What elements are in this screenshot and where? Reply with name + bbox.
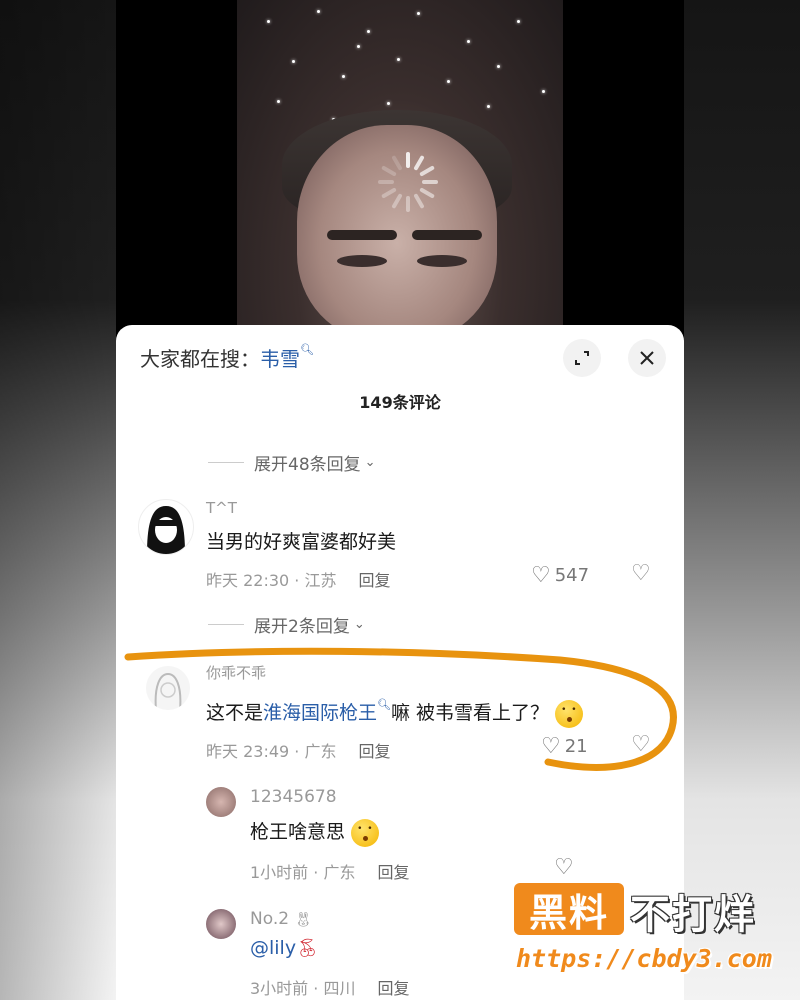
comment-text: 当男的好爽富婆都好美 bbox=[206, 531, 397, 553]
rabbit-icon: 🐰︎ bbox=[294, 912, 313, 928]
comment-text: 这不是淮海国际枪王🔍︎嘛 被韦雪看上了？ bbox=[206, 698, 584, 728]
comment-meta: 昨天 22:30 · 江苏 回复 bbox=[206, 571, 391, 590]
chevron-down-icon: ⌄ bbox=[364, 455, 376, 470]
background-left bbox=[0, 0, 116, 1000]
chevron-down-icon: ⌄ bbox=[353, 617, 365, 632]
search-keyword[interactable]: 韦雪 bbox=[260, 347, 300, 371]
search-icon: 🔍︎ bbox=[377, 698, 391, 711]
avatar[interactable] bbox=[206, 787, 236, 817]
comment-username[interactable]: T^T bbox=[206, 499, 237, 517]
eye-left bbox=[337, 255, 387, 267]
loading-spinner-icon bbox=[376, 150, 440, 214]
reply-username[interactable]: No.2 🐰︎ bbox=[250, 909, 312, 929]
eyebrow-right bbox=[412, 230, 482, 240]
like-button[interactable]: ♡ 547 bbox=[531, 563, 589, 588]
eyebrow-left bbox=[327, 230, 397, 240]
reply-button[interactable]: 回复 bbox=[377, 863, 409, 882]
reply-username[interactable]: 12345678 bbox=[250, 787, 337, 807]
avatar[interactable] bbox=[138, 499, 194, 555]
eye-right bbox=[417, 255, 467, 267]
shush-emoji-icon bbox=[555, 699, 584, 728]
reply-text: 枪王啥意思 bbox=[250, 817, 380, 847]
search-link[interactable]: 淮海国际枪王 bbox=[263, 702, 377, 724]
search-prefix: 大家都在搜： bbox=[140, 347, 260, 371]
comment-meta: 昨天 23:49 · 广东 回复 bbox=[206, 742, 391, 761]
like-button[interactable]: ♡ 21 bbox=[541, 734, 588, 759]
avatar[interactable] bbox=[206, 909, 236, 939]
heart-icon[interactable]: ♡ bbox=[554, 855, 574, 880]
dislike-icon[interactable]: ♡ bbox=[631, 732, 651, 757]
watermark-slogan: 不打烊 bbox=[630, 892, 756, 938]
comment-username[interactable]: 你乖不乖 bbox=[206, 662, 266, 683]
watermark: 黑料 不打烊 https://cbdy3.com bbox=[514, 880, 784, 980]
watermark-url: https://cbdy3.com bbox=[516, 944, 772, 973]
expand-icon[interactable] bbox=[563, 339, 601, 377]
cherry-icon: 🍒︎ bbox=[296, 938, 319, 959]
reply-meta: 1小时前 · 广东 回复 bbox=[250, 863, 410, 882]
reply-text: @lily🍒︎ bbox=[250, 937, 319, 959]
avatar[interactable] bbox=[146, 666, 190, 710]
close-icon[interactable] bbox=[628, 339, 666, 377]
heart-icon: ♡ bbox=[541, 734, 561, 759]
expand-replies-button[interactable]: 展开48条回复 ⌄ bbox=[208, 450, 376, 475]
dislike-icon[interactable]: ♡ bbox=[631, 561, 651, 586]
video-player[interactable] bbox=[116, 0, 684, 340]
search-icon: 🔍︎ bbox=[300, 343, 314, 356]
shush-emoji-icon bbox=[351, 818, 380, 847]
comment-count: 149条评论 bbox=[359, 393, 441, 412]
expand-replies-button[interactable]: 展开2条回复 ⌄ bbox=[208, 612, 365, 637]
reply-button[interactable]: 回复 bbox=[358, 742, 390, 761]
search-suggestion[interactable]: 大家都在搜：韦雪🔍︎ bbox=[140, 343, 314, 372]
reply-button[interactable]: 回复 bbox=[358, 571, 390, 590]
reply-meta: 3小时前 · 四川 回复 bbox=[250, 979, 410, 998]
watermark-brand: 黑料 bbox=[514, 883, 624, 935]
heart-icon: ♡ bbox=[531, 563, 551, 588]
reply-button[interactable]: 回复 bbox=[377, 979, 409, 998]
